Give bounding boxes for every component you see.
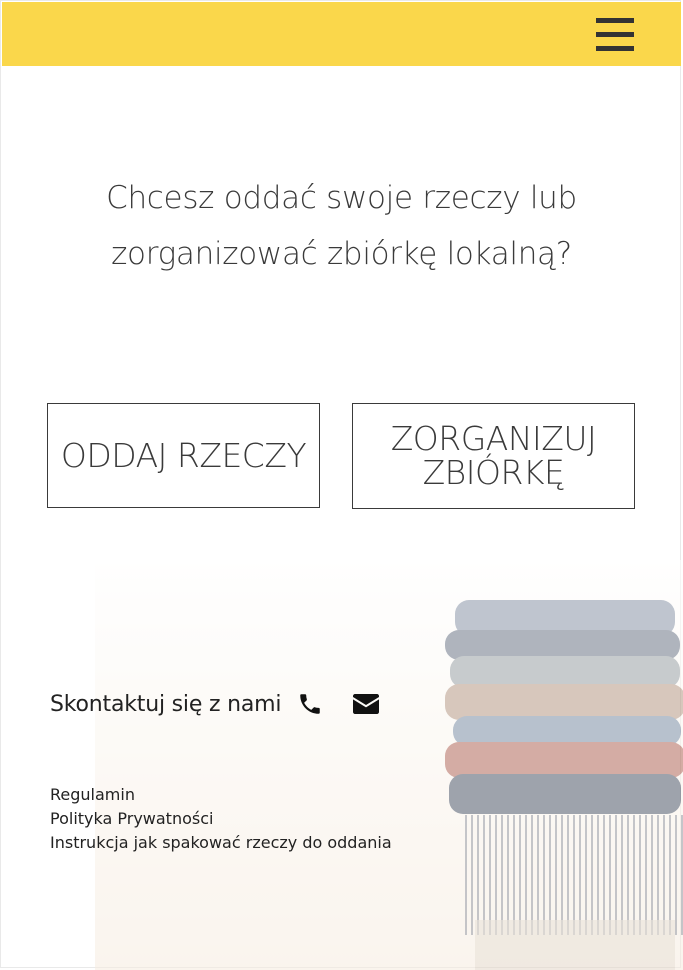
contact-label: Skontaktuj się z nami — [50, 691, 282, 717]
packing-instructions-link[interactable]: Instrukcja jak spakować rzeczy do oddani… — [50, 831, 392, 855]
organize-collection-label: ZORGANIZUJ ZBIÓRKĘ — [391, 422, 597, 490]
give-items-label: ODDAJ RZECZY — [60, 435, 307, 475]
background-clothes-photo — [95, 560, 683, 970]
heading-line-2: zorganizować zbiórkę lokalną? — [111, 236, 572, 272]
top-bar — [2, 2, 681, 66]
footer-links: Regulamin Polityka Prywatności Instrukcj… — [50, 783, 392, 855]
page-heading: Chcesz oddać swoje rzeczy lub zorganizow… — [60, 170, 623, 282]
organize-label-line-2: ZBIÓRKĘ — [422, 453, 565, 492]
hamburger-menu-icon[interactable] — [596, 18, 634, 51]
privacy-policy-link[interactable]: Polityka Prywatności — [50, 807, 392, 831]
terms-link[interactable]: Regulamin — [50, 783, 392, 807]
heading-line-1: Chcesz oddać swoje rzeczy lub — [106, 180, 577, 216]
organize-collection-button[interactable]: ZORGANIZUJ ZBIÓRKĘ — [352, 403, 635, 509]
phone-icon[interactable] — [297, 691, 323, 717]
give-items-button[interactable]: ODDAJ RZECZY — [47, 403, 320, 508]
folded-clothes-stack — [445, 600, 683, 970]
contact-row: Skontaktuj się z nami — [50, 688, 380, 720]
envelope-icon[interactable] — [353, 693, 380, 715]
